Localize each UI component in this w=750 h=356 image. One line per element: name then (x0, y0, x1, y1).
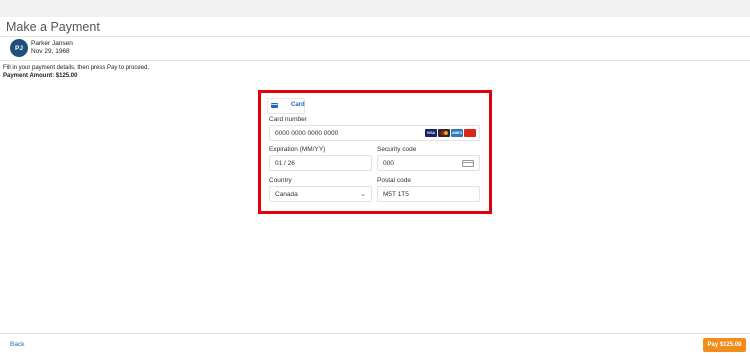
country-select[interactable]: Canada ⌄ (269, 186, 372, 202)
patient-divider (0, 60, 750, 61)
amex-icon: AMEX (451, 129, 463, 137)
expiration-value: 01 / 26 (275, 160, 295, 167)
mastercard-icon (438, 129, 450, 137)
unionpay-icon (464, 129, 476, 137)
top-bar (0, 0, 750, 17)
visa-icon: VISA (425, 129, 437, 137)
instructions-text: Fill in your payment details, then press… (3, 65, 150, 71)
back-button[interactable]: Back (10, 341, 24, 348)
card-brands: VISA AMEX (425, 129, 476, 137)
footer-divider (0, 333, 750, 334)
page-title: Make a Payment (6, 20, 100, 34)
patient-dob: Nov 29, 1968 (31, 48, 70, 55)
security-code-value: 000 (383, 160, 394, 167)
country-value: Canada (275, 191, 298, 198)
country-label: Country (269, 177, 292, 184)
expiration-label: Expiration (MM/YY) (269, 146, 326, 153)
card-number-label: Card number (269, 116, 307, 123)
tab-card[interactable]: Card (267, 98, 305, 114)
security-code-field[interactable]: 000 (377, 155, 480, 171)
security-code-label: Security code (377, 146, 417, 153)
card-number-value: 0000 0000 0000 0000 (275, 130, 339, 137)
payment-form: Card Card number 0000 0000 0000 0000 VIS… (264, 96, 484, 206)
postal-code-value: M5T 1T5 (383, 191, 409, 198)
card-number-field[interactable]: 0000 0000 0000 0000 VISA AMEX (269, 125, 480, 141)
payment-amount: Payment Amount: $125.00 (3, 73, 78, 79)
chevron-down-icon: ⌄ (360, 191, 366, 198)
card-icon (271, 103, 278, 108)
pay-button[interactable]: Pay $125.00 (703, 338, 746, 352)
cvc-card-icon (462, 160, 474, 167)
header-divider (0, 36, 750, 37)
postal-code-label: Postal code (377, 177, 411, 184)
tab-card-label: Card (291, 102, 305, 108)
expiration-field[interactable]: 01 / 26 (269, 155, 372, 171)
patient-name: Parker Jansen (31, 40, 73, 47)
postal-code-field[interactable]: M5T 1T5 (377, 186, 480, 202)
avatar: PJ (10, 39, 28, 57)
